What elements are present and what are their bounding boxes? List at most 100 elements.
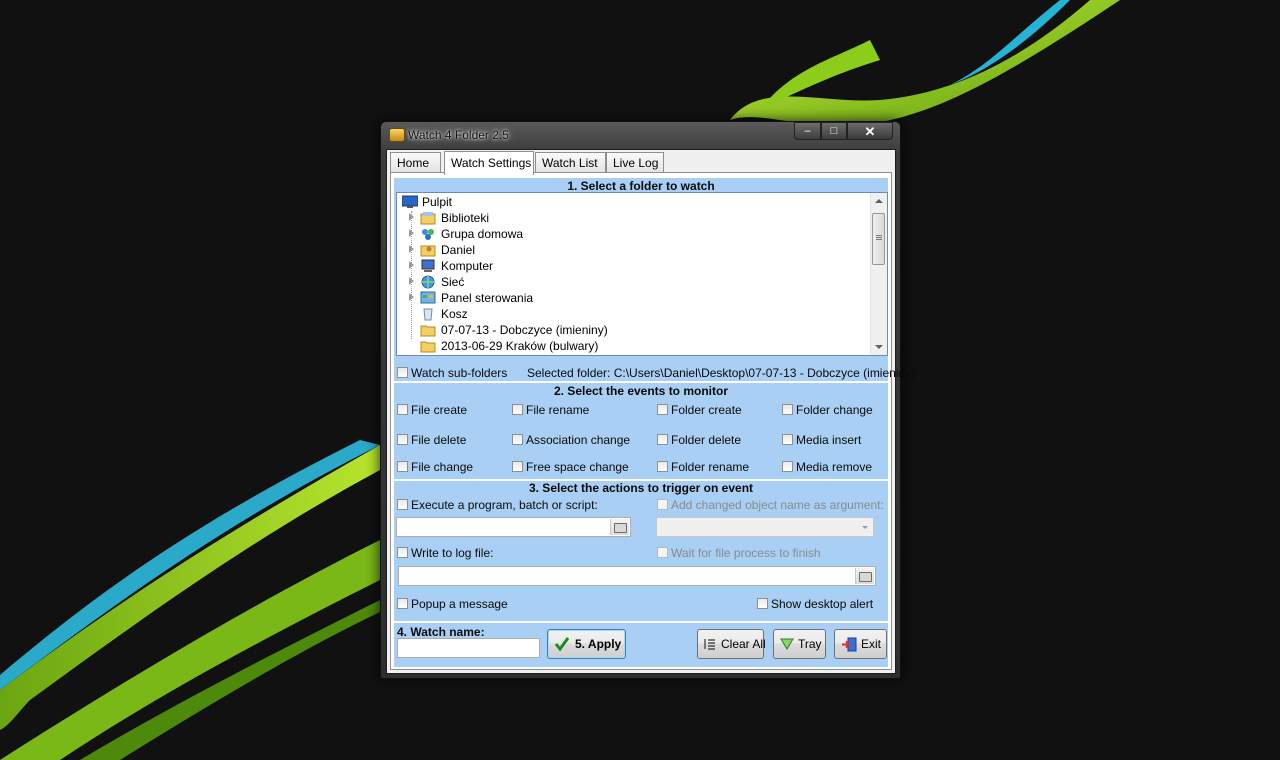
program-path-input[interactable] xyxy=(396,517,631,537)
file-delete-label: File delete xyxy=(411,433,467,447)
window-title: Watch 4 Folder 2.5 xyxy=(408,128,509,142)
wait-process-checkbox[interactable] xyxy=(657,547,668,558)
grip-line xyxy=(876,237,882,238)
grip-line xyxy=(876,235,882,236)
libraries-icon xyxy=(420,212,436,225)
expand-arrow-icon[interactable] xyxy=(409,277,414,285)
log-file-path-input[interactable] xyxy=(398,566,876,586)
chevron-down-icon xyxy=(862,526,868,529)
media-insert-checkbox[interactable] xyxy=(782,434,793,445)
browse-folder-icon[interactable] xyxy=(855,568,874,584)
tree-item-folder[interactable]: 07-07-13 - Dobczyce (imieniny) xyxy=(397,322,867,338)
selected-folder-text: Selected folder: C:\Users\Daniel\Desktop… xyxy=(527,366,916,380)
desktop-alert-checkbox[interactable] xyxy=(757,598,768,609)
watch-name-label: 4. Watch name: xyxy=(397,625,485,639)
file-change-checkbox[interactable] xyxy=(397,461,408,472)
folder-delete-checkbox[interactable] xyxy=(657,434,668,445)
file-change-label: File change xyxy=(411,460,474,474)
tree-item-label: Daniel xyxy=(441,243,476,257)
free-space-change-checkbox[interactable] xyxy=(512,461,523,472)
file-rename-checkbox[interactable] xyxy=(512,404,523,415)
folder-rename-label: Folder rename xyxy=(671,460,750,474)
tree-item-folder[interactable]: 2013-06-29 Kraków (bulwary) xyxy=(397,338,867,354)
section-header: 1. Select a folder to watch xyxy=(567,179,715,193)
folder-delete-label: Folder delete xyxy=(671,433,742,447)
watch-name-input[interactable] xyxy=(397,638,540,658)
down-triangle-icon xyxy=(780,638,794,650)
expand-arrow-icon[interactable] xyxy=(409,293,414,301)
scroll-down-arrow-icon[interactable] xyxy=(875,345,883,349)
window-client-area: Home Watch Settings Watch List Live Log … xyxy=(386,149,915,674)
expand-arrow-icon[interactable] xyxy=(409,261,414,269)
expand-arrow-icon[interactable] xyxy=(409,229,414,237)
section-header: 2. Select the events to monitor xyxy=(553,384,729,398)
tree-item-panel-sterowania[interactable]: Panel sterowania xyxy=(397,290,867,306)
events-section: 2. Select the events to monitor File cre… xyxy=(394,383,888,479)
tree-item-siec[interactable]: Sieć xyxy=(397,274,867,290)
tree-item-daniel[interactable]: Daniel xyxy=(397,242,867,258)
tree-item-label: Biblioteki xyxy=(441,211,490,225)
add-changed-name-checkbox[interactable] xyxy=(657,499,668,510)
tree-item-label: Kosz xyxy=(441,307,468,321)
argument-select[interactable] xyxy=(656,517,874,537)
watch-settings-panel: 1. Select a folder to watch Pulpit Bibli… xyxy=(390,172,915,670)
execute-program-checkbox[interactable] xyxy=(397,499,408,510)
desktop-alert-label: Show desktop alert xyxy=(771,597,874,611)
homegroup-icon xyxy=(422,229,434,240)
folder-icon xyxy=(420,341,436,353)
app-icon xyxy=(389,128,405,142)
tree-item-pulpit[interactable]: Pulpit xyxy=(397,194,867,210)
watch-subfolders-checkbox[interactable] xyxy=(397,367,408,378)
control-panel-icon xyxy=(420,291,436,304)
app-window: Watch 4 Folder 2.5 – □ ✕ Home Watch Sett… xyxy=(380,121,915,679)
exit-door-icon xyxy=(842,637,857,652)
write-log-label: Write to log file: xyxy=(411,546,494,560)
tree-item-kosz[interactable]: Kosz xyxy=(397,306,867,322)
tree-scrollbar[interactable] xyxy=(870,193,887,355)
maximize-button[interactable]: □ xyxy=(821,122,847,140)
folder-section: 1. Select a folder to watch Pulpit Bibli… xyxy=(394,178,915,381)
close-button[interactable]: ✕ xyxy=(847,122,893,140)
browse-folder-icon[interactable] xyxy=(610,519,629,535)
exit-button[interactable]: Exit xyxy=(834,629,887,659)
expand-arrow-icon[interactable] xyxy=(409,213,414,221)
popup-message-checkbox[interactable] xyxy=(397,598,408,609)
tab-live-log[interactable]: Live Log xyxy=(606,152,664,173)
title-bar[interactable]: Watch 4 Folder 2.5 – □ ✕ xyxy=(381,122,900,148)
tab-home[interactable]: Home xyxy=(390,152,441,173)
folder-change-checkbox[interactable] xyxy=(782,404,793,415)
tree-item-komputer[interactable]: Komputer xyxy=(397,258,867,274)
association-change-label: Association change xyxy=(526,433,631,447)
clear-all-button[interactable]: Clear All xyxy=(697,629,766,659)
apply-label: 5. Apply xyxy=(575,637,622,651)
scroll-thumb[interactable] xyxy=(872,213,885,265)
wait-process-label: Wait for file process to finish xyxy=(671,546,821,560)
association-change-checkbox[interactable] xyxy=(512,434,523,445)
scroll-up-arrow-icon[interactable] xyxy=(875,199,883,203)
tree-item-label: Pulpit xyxy=(422,195,453,209)
media-insert-label: Media insert xyxy=(796,433,862,447)
write-log-checkbox[interactable] xyxy=(397,547,408,558)
folder-create-label: Folder create xyxy=(671,403,742,417)
grip-line xyxy=(876,239,882,240)
file-create-checkbox[interactable] xyxy=(397,404,408,415)
media-remove-checkbox[interactable] xyxy=(782,461,793,472)
file-delete-checkbox[interactable] xyxy=(397,434,408,445)
folder-rename-checkbox[interactable] xyxy=(657,461,668,472)
expand-arrow-icon[interactable] xyxy=(409,245,414,253)
folder-tree[interactable]: Pulpit Biblioteki Grupa domowa Daniel Ko… xyxy=(396,192,888,356)
tab-watch-settings[interactable]: Watch Settings xyxy=(444,151,534,175)
apply-button[interactable]: 5. Apply xyxy=(547,629,626,659)
tree-item-grupa-domowa[interactable]: Grupa domowa xyxy=(397,226,867,242)
tree-item-biblioteki[interactable]: Biblioteki xyxy=(397,210,867,226)
tray-button[interactable]: Tray xyxy=(773,629,826,659)
add-changed-name-label: Add changed object name as argument: xyxy=(671,498,884,512)
minimize-button[interactable]: – xyxy=(794,122,821,140)
popup-message-label: Popup a message xyxy=(411,597,508,611)
tab-watch-list[interactable]: Watch List xyxy=(535,152,606,173)
folder-create-checkbox[interactable] xyxy=(657,404,668,415)
section-header: 3. Select the actions to trigger on even… xyxy=(528,481,754,495)
file-rename-label: File rename xyxy=(526,403,590,417)
tree-item-label: Komputer xyxy=(441,259,494,273)
user-folder-icon xyxy=(420,245,436,257)
